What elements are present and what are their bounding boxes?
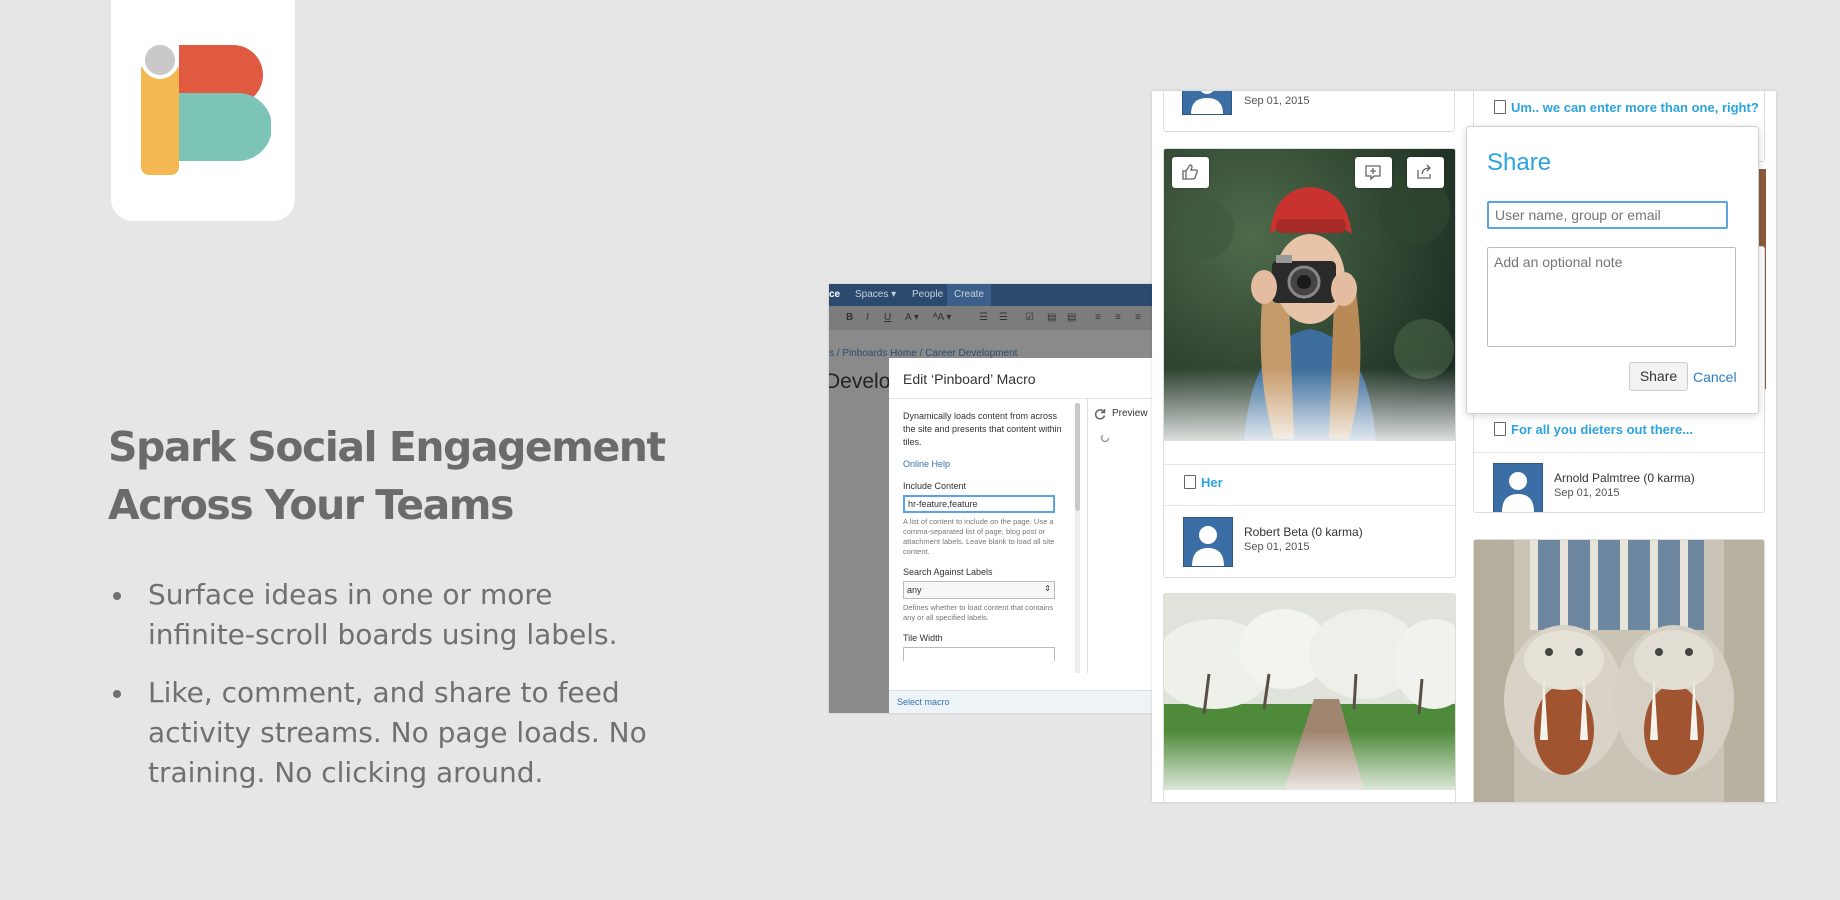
author-name[interactable]: Robert Beta (0 karma) <box>1244 525 1363 539</box>
nav-create[interactable]: Create <box>947 284 992 306</box>
macro-dialog-footer: Select macro <box>889 690 1152 713</box>
macro-description: Dynamically loads content from across th… <box>903 411 1062 447</box>
tile-date: Sep 01, 2015 <box>1244 541 1310 553</box>
share-submit-button[interactable]: Share <box>1629 362 1688 391</box>
tile-title: For all you dieters out there... <box>1511 422 1694 437</box>
bold-button[interactable]: B <box>846 312 853 323</box>
bullet-1-line1: Surface ideas in one or more <box>148 578 553 611</box>
orchard-photo <box>1164 594 1455 790</box>
share-dialog: Share Share Cancel <box>1466 126 1759 414</box>
preview-pane: Preview <box>1087 398 1152 673</box>
share-icon <box>1417 164 1431 179</box>
macro-dialog-title: Edit ‘Pinboard’ Macro <box>903 371 1036 387</box>
document-icon <box>1184 475 1196 489</box>
headline-line2: Across Your Teams <box>108 481 514 529</box>
tile-title-link[interactable]: For all you dieters out there... <box>1494 422 1693 437</box>
tile-title: Her <box>1201 475 1223 490</box>
share-cancel-link[interactable]: Cancel <box>1693 369 1737 385</box>
author-avatar[interactable] <box>1183 517 1233 567</box>
scrollbar-thumb[interactable] <box>1075 403 1080 511</box>
editor-toolbar: B I U A ▾ ᴬA ▾ ☰ ☰ ☑ ▤ ▤ ≡ ≡ ≡ <box>829 306 1152 331</box>
outdent-icon[interactable]: ▤ <box>1067 312 1076 323</box>
share-button[interactable] <box>1407 157 1444 188</box>
search-labels-help: Defines whether to load content that con… <box>903 603 1054 622</box>
bullet-item: Like, comment, and share to feed activit… <box>108 673 668 793</box>
tile-title: Um.. we can enter more than one, right? <box>1511 100 1759 115</box>
author-avatar[interactable] <box>1182 91 1232 115</box>
tile-orchard-photo[interactable] <box>1163 593 1456 802</box>
macro-form: Dynamically loads content from across th… <box>903 410 1063 661</box>
tile-date: Sep 01, 2015 <box>1244 95 1310 107</box>
tile-photo-her[interactable]: Her Robert Beta (0 karma) Sep 01, 2015 <box>1163 148 1456 578</box>
text-format-button[interactable]: ᴬA ▾ <box>933 312 951 323</box>
preview-label[interactable]: Preview <box>1112 408 1148 419</box>
tile-walrus-photo[interactable] <box>1473 539 1765 802</box>
comment-add-icon <box>1365 165 1381 181</box>
select-arrows-icon: ⇕ <box>1044 584 1051 593</box>
author-name[interactable]: Arnold Palmtree (0 karma) <box>1554 471 1695 485</box>
bullet-2-line3: training. No clicking around. <box>148 756 544 789</box>
walrus-sculpture-photo <box>1474 540 1764 802</box>
headline: Spark Social Engagement Across Your Team… <box>108 418 668 534</box>
number-list-icon[interactable]: ☰ <box>999 312 1008 323</box>
macro-dialog-header: Edit ‘Pinboard’ Macro <box>889 358 1152 399</box>
feature-bullets: Surface ideas in one or more infinite-sc… <box>108 575 668 811</box>
macro-dialog: Edit ‘Pinboard’ Macro Dynamically loads … <box>889 358 1152 713</box>
italic-button[interactable]: I <box>866 312 869 323</box>
tile-title-link[interactable]: Her <box>1184 475 1223 490</box>
ib-logo-icon <box>141 45 271 175</box>
search-labels-label: Search Against Labels <box>903 567 993 577</box>
tile-top-left[interactable]: Sep 01, 2015 <box>1163 91 1455 132</box>
bullet-dot <box>113 592 121 600</box>
thumbs-up-icon <box>1182 164 1198 180</box>
underline-button[interactable]: U <box>884 312 891 323</box>
share-note-textarea[interactable] <box>1487 247 1736 347</box>
include-content-input[interactable]: hr-feature,feature <box>903 495 1055 513</box>
top-nav: ce Spaces ▾ People Create <box>829 284 1152 306</box>
nav-people[interactable]: People <box>912 289 943 300</box>
online-help-link[interactable]: Online Help <box>903 459 1063 469</box>
include-content-help: A list of content to include on the page… <box>903 517 1055 556</box>
tile-date: Sep 01, 2015 <box>1554 487 1620 499</box>
bullet-1-line2: infinite-scroll boards using labels. <box>148 618 618 651</box>
align-center-icon[interactable]: ≡ <box>1115 312 1121 323</box>
bullet-2-line1: Like, comment, and share to feed <box>148 676 620 709</box>
nav-brand: ce <box>829 289 841 300</box>
like-button[interactable] <box>1172 157 1209 188</box>
align-left-icon[interactable]: ≡ <box>1095 312 1101 323</box>
divider <box>1474 452 1764 453</box>
tile-width-label: Tile Width <box>903 633 943 643</box>
search-labels-select[interactable]: any ⇕ <box>903 581 1055 599</box>
share-recipient-input[interactable] <box>1487 201 1728 229</box>
include-content-label: Include Content <box>903 481 967 491</box>
select-macro-link[interactable]: Select macro <box>897 697 950 707</box>
bullet-dot <box>113 690 121 698</box>
indent-icon[interactable]: ▤ <box>1047 312 1056 323</box>
document-icon <box>1494 100 1506 114</box>
task-list-icon[interactable]: ☑ <box>1025 312 1034 323</box>
form-scrollbar[interactable] <box>1075 403 1080 673</box>
bullet-2-line2: activity streams. No page loads. No <box>148 716 647 749</box>
divider <box>1164 505 1455 506</box>
woman-camera-photo <box>1164 149 1455 441</box>
tile-width-input[interactable] <box>903 647 1055 661</box>
app-logo-card <box>111 0 295 221</box>
refresh-icon[interactable] <box>1094 408 1106 420</box>
share-dialog-title: Share <box>1487 149 1552 176</box>
align-right-icon[interactable]: ≡ <box>1135 312 1141 323</box>
headline-line1: Spark Social Engagement <box>108 423 666 471</box>
search-labels-value: any <box>907 585 922 595</box>
text-color-button[interactable]: A ▾ <box>905 312 919 323</box>
divider <box>1164 464 1455 465</box>
document-icon <box>1494 422 1506 436</box>
bullet-item: Surface ideas in one or more infinite-sc… <box>108 575 668 655</box>
loading-spinner-icon <box>1100 433 1110 443</box>
comment-button[interactable] <box>1355 157 1392 188</box>
macro-editor-screenshot: ce Spaces ▾ People Create B I U A ▾ ᴬA ▾… <box>829 284 1152 713</box>
bullet-list-icon[interactable]: ☰ <box>979 312 988 323</box>
nav-spaces[interactable]: Spaces ▾ <box>855 289 896 300</box>
tile-title-link[interactable]: Um.. we can enter more than one, right? <box>1494 100 1759 115</box>
author-avatar[interactable] <box>1493 463 1543 512</box>
